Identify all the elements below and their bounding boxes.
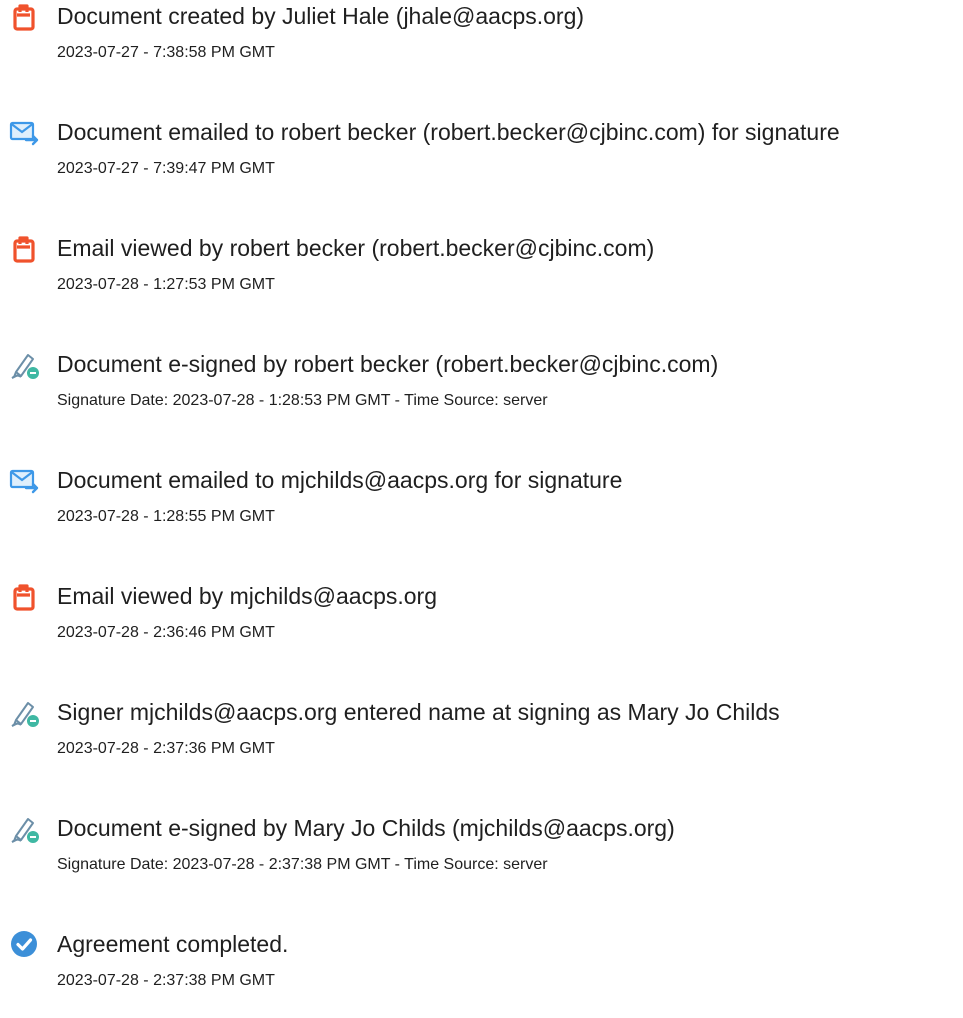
document-icon (9, 581, 41, 613)
audit-trail-list: Document created by Juliet Hale (jhale@a… (0, 0, 963, 992)
event-title: Document emailed to mjchilds@aacps.org f… (57, 467, 623, 493)
event-timestamp: 2023-07-28 - 2:37:36 PM GMT (57, 740, 275, 757)
event-timestamp: Signature Date: 2023-07-28 - 1:28:53 PM … (57, 392, 548, 409)
event-timestamp: 2023-07-28 - 2:36:46 PM GMT (57, 624, 275, 641)
event-timestamp: 2023-07-28 - 1:28:55 PM GMT (57, 508, 275, 525)
event-title: Email viewed by mjchilds@aacps.org (57, 583, 437, 609)
audit-event: Document e-signed by robert becker (robe… (0, 348, 963, 438)
audit-event: Document e-signed by Mary Jo Childs (mjc… (0, 812, 963, 902)
audit-event: Document emailed to mjchilds@aacps.org f… (0, 464, 963, 554)
e-sign-icon (9, 813, 41, 845)
document-icon (9, 1, 41, 33)
check-circle-icon (9, 929, 41, 961)
email-sent-icon (9, 117, 41, 149)
audit-event: Document created by Juliet Hale (jhale@a… (0, 0, 963, 90)
event-title: Document emailed to robert becker (rober… (57, 119, 840, 145)
audit-event: Signer mjchilds@aacps.org entered name a… (0, 696, 963, 786)
event-title: Document e-signed by robert becker (robe… (57, 351, 719, 377)
event-title: Agreement completed. (57, 931, 289, 957)
email-sent-icon (9, 465, 41, 497)
event-timestamp: 2023-07-28 - 1:27:53 PM GMT (57, 276, 275, 293)
e-sign-icon (9, 697, 41, 729)
audit-event: Document emailed to robert becker (rober… (0, 116, 963, 206)
event-timestamp: 2023-07-28 - 2:37:38 PM GMT (57, 972, 275, 989)
audit-event: Email viewed by robert becker (robert.be… (0, 232, 963, 322)
event-timestamp: Signature Date: 2023-07-28 - 2:37:38 PM … (57, 856, 548, 873)
event-timestamp: 2023-07-27 - 7:38:58 PM GMT (57, 44, 275, 61)
event-title: Document created by Juliet Hale (jhale@a… (57, 3, 585, 29)
document-icon (9, 233, 41, 265)
e-sign-icon (9, 349, 41, 381)
event-title: Email viewed by robert becker (robert.be… (57, 235, 655, 261)
event-timestamp: 2023-07-27 - 7:39:47 PM GMT (57, 160, 275, 177)
audit-event: Email viewed by mjchilds@aacps.org 2023-… (0, 580, 963, 670)
audit-event: Agreement completed. 2023-07-28 - 2:37:3… (0, 928, 963, 1018)
event-title: Signer mjchilds@aacps.org entered name a… (57, 699, 780, 725)
event-title: Document e-signed by Mary Jo Childs (mjc… (57, 815, 675, 841)
